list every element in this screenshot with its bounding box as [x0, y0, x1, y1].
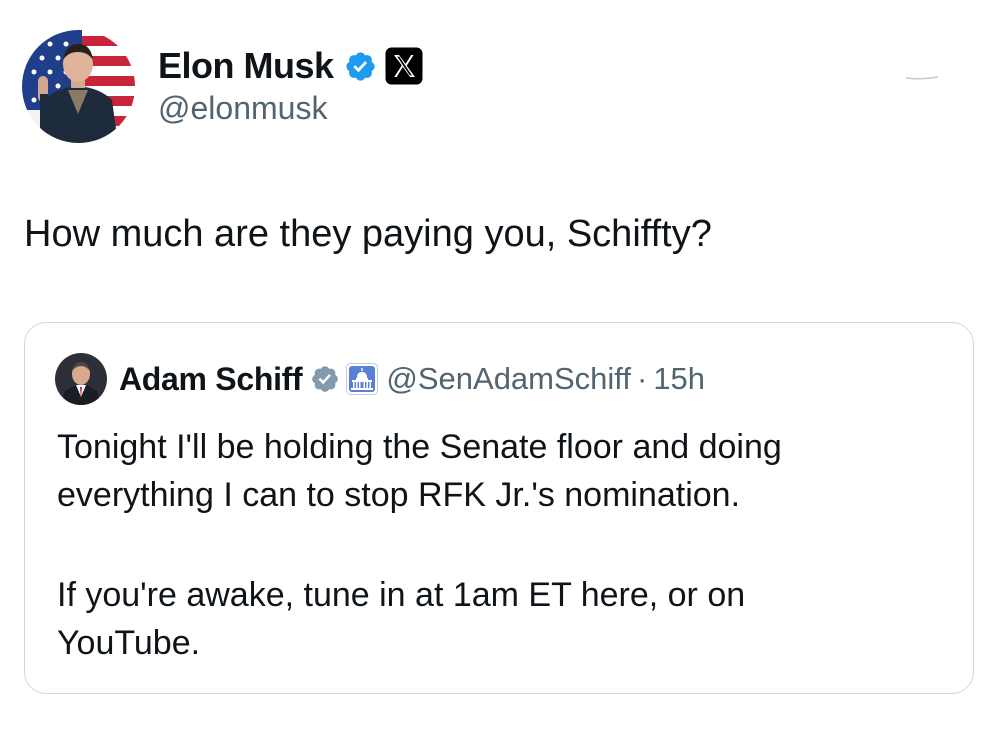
quoted-tweet-text: Tonight I'll be holding the Senate floor…	[57, 423, 947, 667]
author-avatar[interactable]	[22, 30, 135, 143]
quoted-paragraph: Tonight I'll be holding the Senate floor…	[57, 423, 947, 519]
tweet-header: Elon Musk @elonmusk	[22, 30, 962, 150]
quoted-paragraph: If you're awake, tune in at 1am ET here,…	[57, 571, 947, 667]
capitol-icon[interactable]	[346, 363, 379, 395]
quoted-author-handle[interactable]: @SenAdamSchiff	[386, 361, 631, 397]
quoted-tweet-header: Adam Schiff @SenAdamSchiff · 15h	[55, 353, 705, 405]
quoted-timestamp[interactable]: 15h	[653, 361, 705, 397]
quoted-author-avatar[interactable]	[55, 353, 107, 405]
quoted-separator: ·	[636, 361, 648, 396]
quoted-verified-badge-icon	[310, 364, 340, 394]
quoted-line: YouTube.	[57, 624, 201, 662]
quoted-line: everything I can to stop RFK Jr.'s nomin…	[57, 476, 741, 514]
tweet-text: How much are they paying you, Schiffty?	[24, 213, 712, 255]
x-logo-icon[interactable]	[385, 47, 423, 85]
author-name-row: Elon Musk	[158, 44, 423, 88]
author-handle[interactable]: @elonmusk	[158, 90, 327, 127]
verified-badge-icon	[344, 50, 377, 83]
quoted-tweet-card[interactable]: Adam Schiff @SenAdamSchiff · 15h Tonight…	[24, 322, 974, 694]
author-display-name[interactable]: Elon Musk	[158, 45, 334, 87]
quoted-line: Tonight I'll be holding the Senate floor…	[57, 428, 782, 466]
quoted-author-display-name[interactable]: Adam Schiff	[119, 361, 303, 398]
quoted-line: If you're awake, tune in at 1am ET here,…	[57, 576, 746, 614]
more-indicator-icon	[905, 76, 939, 80]
